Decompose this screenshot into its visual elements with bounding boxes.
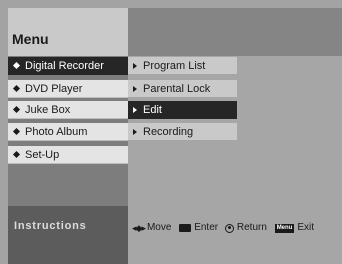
main-menu-item-label: Photo Album bbox=[25, 126, 88, 138]
move-hint: Move bbox=[146, 222, 172, 233]
arrow-right-icon bbox=[133, 63, 137, 69]
submenu-item-recording[interactable]: Recording bbox=[128, 123, 237, 141]
return-key-icon bbox=[224, 223, 234, 233]
main-menu-item-juke-box[interactable]: Juke Box bbox=[8, 101, 128, 119]
main-menu-item-label: Juke Box bbox=[25, 104, 71, 116]
enter-hint: Enter bbox=[194, 222, 219, 233]
return-hint: Return bbox=[236, 222, 267, 233]
instructions-panel bbox=[8, 206, 128, 264]
main-menu-item-label: DVD Player bbox=[25, 83, 83, 95]
arrow-right-icon bbox=[133, 129, 137, 135]
enter-key-icon bbox=[179, 224, 192, 232]
arrow-right-icon bbox=[133, 86, 137, 92]
arrow-right-icon bbox=[133, 107, 137, 113]
main-menu-item-photo-album[interactable]: Photo Album bbox=[8, 123, 128, 141]
menu-key-icon: Menu bbox=[274, 223, 295, 233]
diamond-icon bbox=[12, 84, 21, 93]
directional-pad-icon: ◂◆▸ bbox=[132, 223, 146, 233]
main-menu-item-label: Set-Up bbox=[25, 149, 60, 161]
submenu-item-edit[interactable]: Edit bbox=[128, 101, 237, 119]
title-bar-right bbox=[128, 8, 342, 56]
osd-screen: Menu Digital Recorder DVD Player Juke Bo… bbox=[0, 0, 342, 264]
submenu-item-label: Recording bbox=[143, 126, 194, 138]
exit-hint: Exit bbox=[297, 222, 315, 233]
instructions-help: ◂◆▸ Move Enter Return Menu Exit bbox=[132, 221, 342, 235]
main-menu-item-digital-recorder[interactable]: Digital Recorder bbox=[8, 57, 128, 75]
main-menu-item-set-up[interactable]: Set-Up bbox=[8, 146, 128, 164]
main-menu-item-dvd-player[interactable]: DVD Player bbox=[8, 80, 128, 98]
submenu-item-parental-lock[interactable]: Parental Lock bbox=[128, 80, 237, 98]
diamond-icon bbox=[12, 105, 21, 114]
submenu-item-program-list[interactable]: Program List bbox=[128, 57, 237, 75]
diamond-icon bbox=[12, 61, 21, 70]
diamond-icon bbox=[12, 150, 21, 159]
submenu-item-label: Edit bbox=[143, 104, 162, 116]
submenu-item-label: Parental Lock bbox=[143, 83, 211, 95]
instructions-label: Instructions bbox=[14, 220, 87, 232]
menu-title: Menu bbox=[12, 31, 49, 47]
diamond-icon bbox=[12, 127, 21, 136]
submenu-item-label: Program List bbox=[143, 60, 206, 72]
main-menu-item-label: Digital Recorder bbox=[25, 60, 104, 72]
